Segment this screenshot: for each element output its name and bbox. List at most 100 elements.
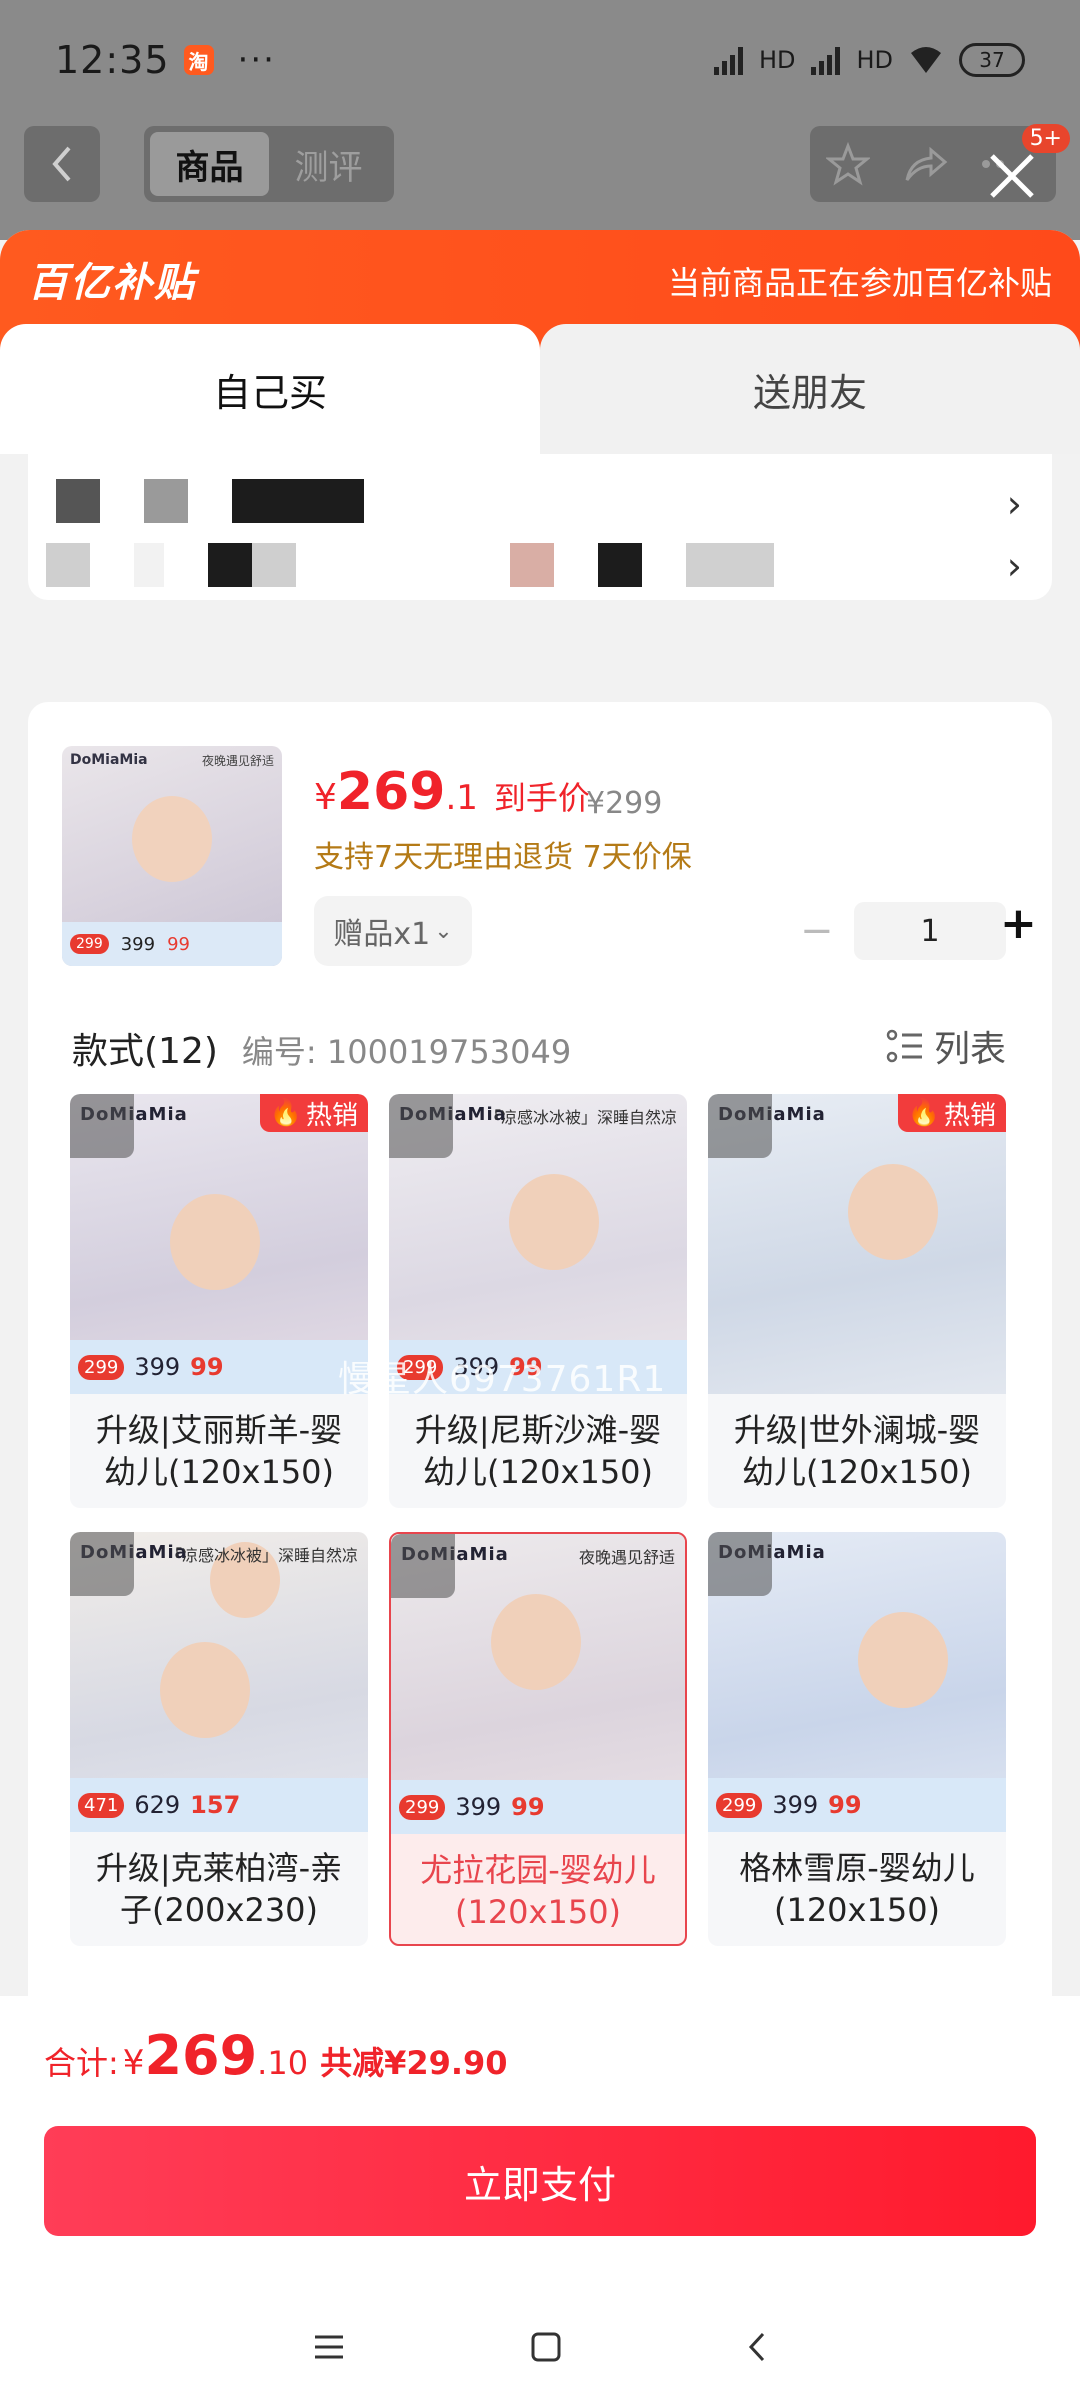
expand-icon[interactable] (389, 1094, 453, 1158)
page-tabs: 商品 测评 (144, 126, 394, 202)
price-decimal: .1 (445, 778, 478, 818)
redacted-block (46, 543, 90, 587)
redacted-block (144, 479, 188, 523)
quantity-field[interactable]: 1 (854, 902, 1006, 960)
baby-image (848, 1164, 938, 1260)
style-option[interactable]: DoMiaMia 299 399 99 格林雪原-婴幼儿(120x150) (708, 1532, 1006, 1946)
baby-image (858, 1612, 948, 1708)
price-badge: 299 (716, 1792, 763, 1818)
quantity-minus-button[interactable]: − (800, 908, 834, 954)
star-icon[interactable] (825, 142, 870, 186)
product-thumbnail[interactable]: DoMiaMia 夜晚遇见舒适 299 399 99 (62, 746, 282, 966)
style-option[interactable]: DoMiaMia 🔥热销 299 399 99 升级|艾丽斯羊-婴幼儿(120x… (70, 1094, 368, 1508)
tab-gift-friend[interactable]: 送朋友 (540, 324, 1080, 454)
list-view-toggle[interactable]: 列表 (886, 1020, 1006, 1072)
thumb-price-b: 99 (167, 933, 190, 955)
top-nav: 商品 测评 5+ (24, 124, 1070, 202)
price-symbol: ¥ (314, 777, 337, 818)
chevron-right-icon: › (1006, 482, 1022, 526)
style-option-selected[interactable]: DoMiaMia 夜晚遇见舒适 299 399 99 尤拉花园-婴幼儿(120x… (389, 1532, 687, 1946)
styles-title: 款式(12) (72, 1031, 218, 1072)
pay-now-button[interactable]: 立即支付 (44, 2126, 1036, 2236)
original-price: ¥299 (586, 786, 663, 821)
price-strip: 299 399 99 (708, 1778, 1006, 1832)
address-name-row (56, 476, 408, 526)
signal-icon-2 (811, 45, 841, 75)
redacted-block (208, 543, 296, 587)
expand-icon[interactable] (708, 1532, 772, 1596)
home-icon[interactable] (529, 2330, 563, 2364)
chevron-down-icon: ⌄ (434, 918, 453, 944)
product-card: DoMiaMia 夜晚遇见舒适 299 399 99 ¥ 269 .1 到手价 … (28, 702, 1052, 2202)
price-badge: 299 (78, 1354, 125, 1380)
style-option[interactable]: DoMiaMia 「凉感冰冰被」深睡自然凉 471 629 157 升级|克莱柏… (70, 1532, 368, 1946)
style-image: DoMiaMia 🔥热销 (708, 1094, 1006, 1394)
share-icon[interactable] (901, 142, 949, 186)
total-label: 合计: (44, 2044, 119, 2082)
system-nav-bar (0, 2294, 1080, 2400)
expand-icon[interactable] (391, 1534, 455, 1598)
close-icon[interactable] (984, 148, 1040, 204)
network-label-1: HD (758, 46, 796, 74)
tab-product[interactable]: 商品 (150, 132, 269, 196)
tab-buy-self[interactable]: 自己买 (0, 324, 540, 454)
hot-sale-badge: 🔥 热销 (259, 1094, 368, 1132)
subsidy-notice: 当前商品正在参加百亿补贴 (667, 264, 1052, 302)
style-image: DoMiaMia 🔥热销 299 399 99 (70, 1094, 368, 1394)
redacted-block (598, 543, 642, 587)
price-strip: 299 399 99 (70, 1340, 368, 1394)
baby-image (132, 796, 212, 882)
price-strip: 471 629 157 (70, 1778, 368, 1832)
redacted-block (510, 543, 554, 587)
fire-icon: 🔥 (269, 1098, 302, 1128)
redacted-block (134, 543, 164, 587)
back-icon[interactable] (745, 2330, 769, 2364)
address-detail-row (46, 540, 818, 590)
wifi-icon (911, 47, 941, 73)
battery-level: 37 (979, 48, 1005, 72)
gift-dropdown[interactable]: 赠品x1 ⌄ (314, 896, 472, 966)
price-b: 157 (190, 1791, 241, 1819)
style-option[interactable]: DoMiaMia 「凉感冰冰被」深睡自然凉 299 399 99 升级|尼斯沙滩… (389, 1094, 687, 1508)
hot-sale-badge: 🔥 热销 (897, 1094, 1006, 1132)
taobao-app-icon: 淘 (183, 45, 214, 75)
price-b: 99 (828, 1791, 862, 1819)
style-label: 升级|尼斯沙滩-婴幼儿(120x150) (414, 1411, 662, 1491)
signal-icon (713, 45, 743, 75)
expand-icon[interactable] (70, 1532, 134, 1596)
price-integer: 269 (336, 762, 446, 822)
thumb-price-a: 399 (120, 933, 156, 955)
guarantee-text: 支持7天无理由退货 7天价保 (314, 840, 692, 875)
style-label: 升级|艾丽斯羊-婴幼儿(120x150) (95, 1411, 343, 1491)
price-a: 629 (134, 1791, 181, 1819)
price-badge: 471 (78, 1792, 125, 1818)
address-card[interactable]: › › (28, 454, 1052, 600)
style-image: DoMiaMia 「凉感冰冰被」深睡自然凉 299 399 99 (389, 1094, 687, 1394)
style-option[interactable]: DoMiaMia 🔥热销 升级|世外澜城-婴幼儿(120x150) (708, 1094, 1006, 1508)
user-watermark: 慢星人6973761R1 (338, 1359, 667, 1400)
style-slogan: 「凉感冰冰被」深睡自然凉 (165, 1546, 358, 1565)
back-button[interactable] (24, 126, 100, 202)
baby-image (170, 1194, 260, 1290)
expand-icon[interactable] (708, 1094, 772, 1158)
chevron-right-icon: › (1006, 544, 1022, 588)
thumb-badge: 299 (70, 934, 109, 954)
style-slogan: 「凉感冰冰被」深睡自然凉 (484, 1108, 677, 1127)
price-a: 399 (134, 1353, 181, 1381)
total-symbol: ¥ (122, 2043, 145, 2083)
list-label: 列表 (933, 1029, 1006, 1070)
menu-icon[interactable] (311, 2332, 347, 2362)
expand-icon[interactable] (70, 1094, 134, 1158)
fire-icon: 🔥 (907, 1098, 940, 1128)
quantity-plus-button[interactable]: + (1000, 898, 1037, 949)
hot-label: 热销 (305, 1100, 358, 1131)
total-decimal: .10 (257, 2044, 309, 2082)
styles-header: 款式(12) 编号: 100019753049 (72, 1022, 571, 1074)
baby-image (160, 1642, 250, 1738)
style-grid: DoMiaMia 🔥热销 299 399 99 升级|艾丽斯羊-婴幼儿(120x… (70, 1094, 1010, 1946)
total-saved: 共减¥29.90 (320, 2044, 508, 2082)
gift-label: 赠品x1 (333, 917, 431, 952)
tab-review[interactable]: 测评 (269, 132, 388, 196)
style-image: DoMiaMia 夜晚遇见舒适 299 399 99 (391, 1534, 685, 1834)
style-label: 升级|世外澜城-婴幼儿(120x150) (733, 1411, 981, 1491)
